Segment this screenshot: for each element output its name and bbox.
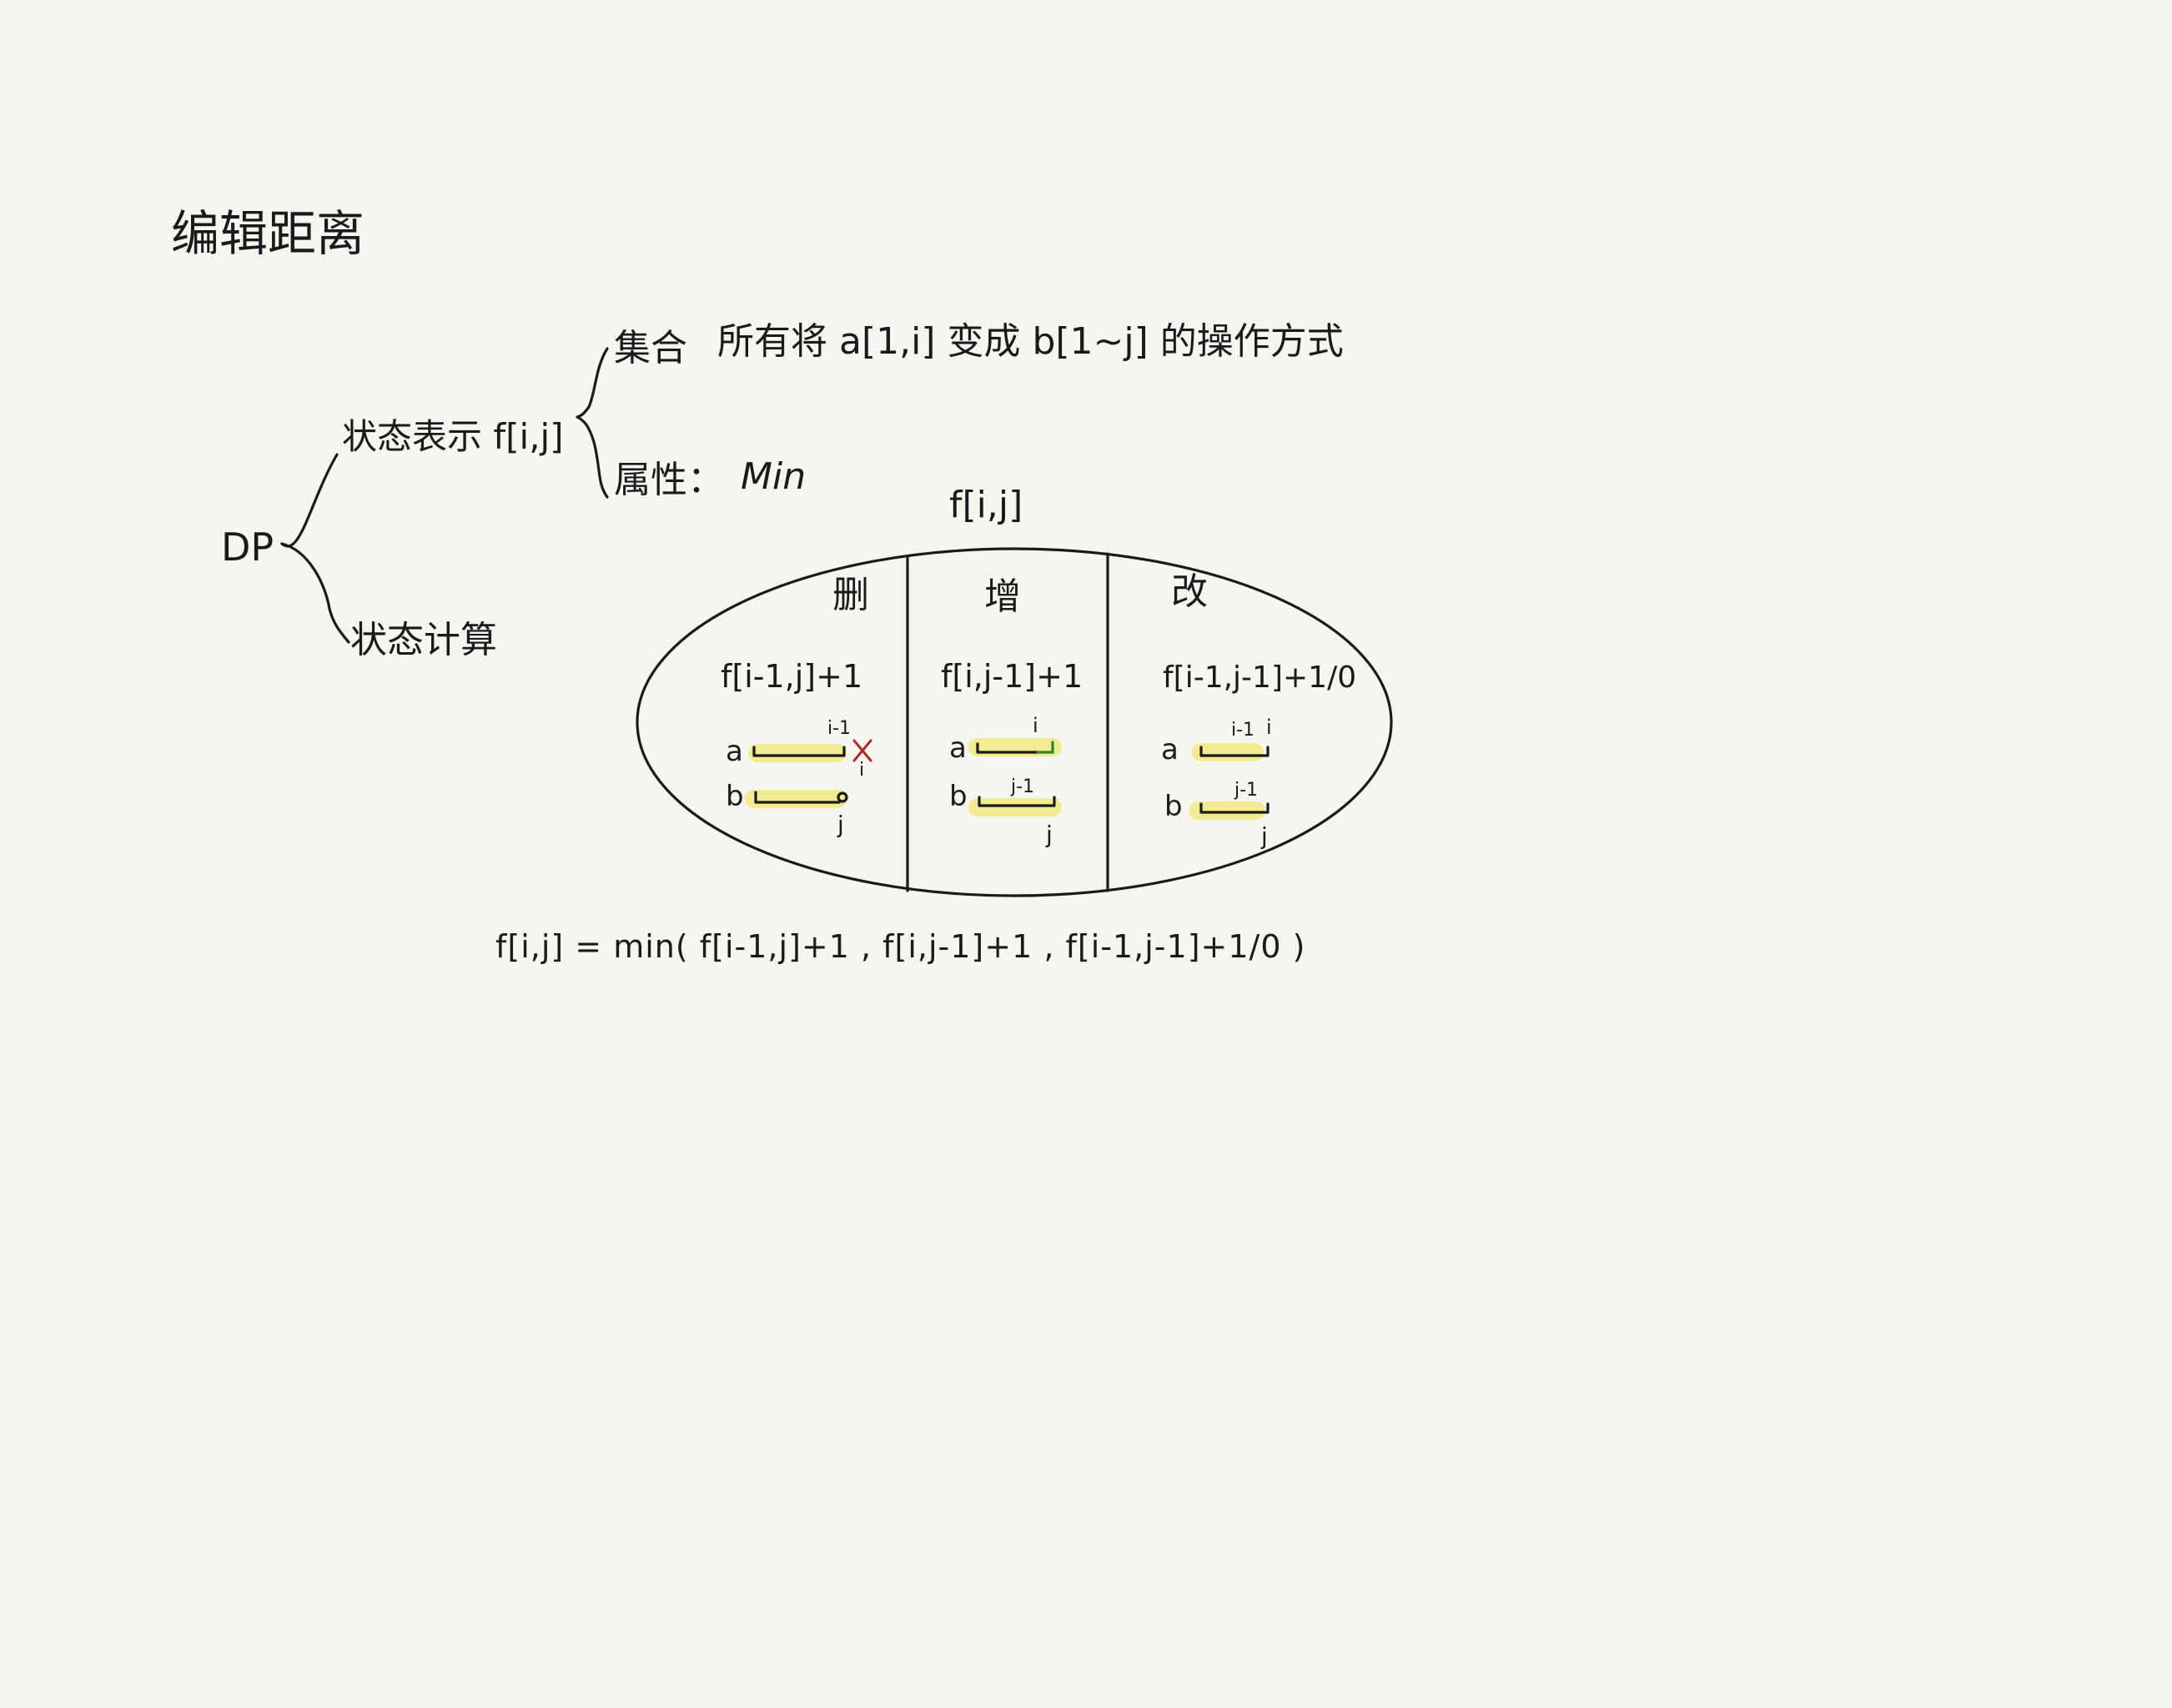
index-a-top2-replace: i xyxy=(1266,716,1272,739)
brace-state-repr xyxy=(576,347,609,499)
state-repr-label: 状态表示 f[i,j] xyxy=(342,416,564,457)
delete-cross-mark xyxy=(852,739,872,762)
section-replace-op: 改 xyxy=(1171,570,1208,613)
set-label: 集合 xyxy=(614,327,687,369)
index-b-replace: j xyxy=(1260,822,1268,850)
attr-value: Min xyxy=(741,455,806,498)
index-a-top-insert: i xyxy=(1033,714,1038,737)
transition-equation: f[i,j] = min( f[i-1,j]+1 , f[i,j-1]+1 , … xyxy=(495,928,1305,965)
index-b-delete: j xyxy=(837,811,844,838)
ellipse-label: f[i,j] xyxy=(949,484,1023,526)
index-b-insert: j xyxy=(1045,821,1053,848)
row-a-insert: a xyxy=(949,731,967,765)
row-b-delete: b xyxy=(726,780,744,813)
section-delete-formula: f[i-1,j]+1 xyxy=(721,658,862,695)
section-delete: 删 f[i-1,j]+1 a b i-1 i j xyxy=(721,574,872,838)
index-a-top-replace: i-1 xyxy=(1231,720,1254,741)
row-a-replace: a xyxy=(1161,733,1179,766)
index-b-top-replace: j-1 xyxy=(1234,780,1258,801)
diagram-title: 编辑距离 xyxy=(171,205,365,262)
section-delete-op: 删 xyxy=(832,574,869,616)
index-a-bot-delete: i xyxy=(859,760,864,781)
index-a-top-delete: i-1 xyxy=(827,718,851,739)
section-replace-formula: f[i-1,j-1]+1/0 xyxy=(1163,661,1356,695)
set-description: 所有将 a[1,i] 变成 b[1~j] 的操作方式 xyxy=(717,320,1344,363)
row-a-delete: a xyxy=(726,735,743,768)
branch-to-state-repr xyxy=(280,453,339,548)
attr-label: 属性： xyxy=(614,459,724,501)
index-b-top-insert: j-1 xyxy=(1010,776,1034,797)
section-insert-formula: f[i,j-1]+1 xyxy=(941,658,1083,695)
root-label: DP xyxy=(221,525,274,570)
branch-to-state-calc xyxy=(280,542,350,644)
row-b-insert: b xyxy=(949,780,968,813)
row-b-replace: b xyxy=(1164,790,1183,823)
section-insert-op: 增 xyxy=(984,575,1021,618)
state-calc-label: 状态计算 xyxy=(350,619,497,661)
edit-distance-diagram: 编辑距离 DP 状态表示 f[i,j] 集合 所有将 a[1,i] 变成 b[1… xyxy=(171,205,1393,965)
section-replace: 改 f[i-1,j-1]+1/0 a b i-1 i j-1 j xyxy=(1161,570,1356,850)
section-insert: 增 f[i,j-1]+1 a b i j-1 j xyxy=(941,575,1083,848)
